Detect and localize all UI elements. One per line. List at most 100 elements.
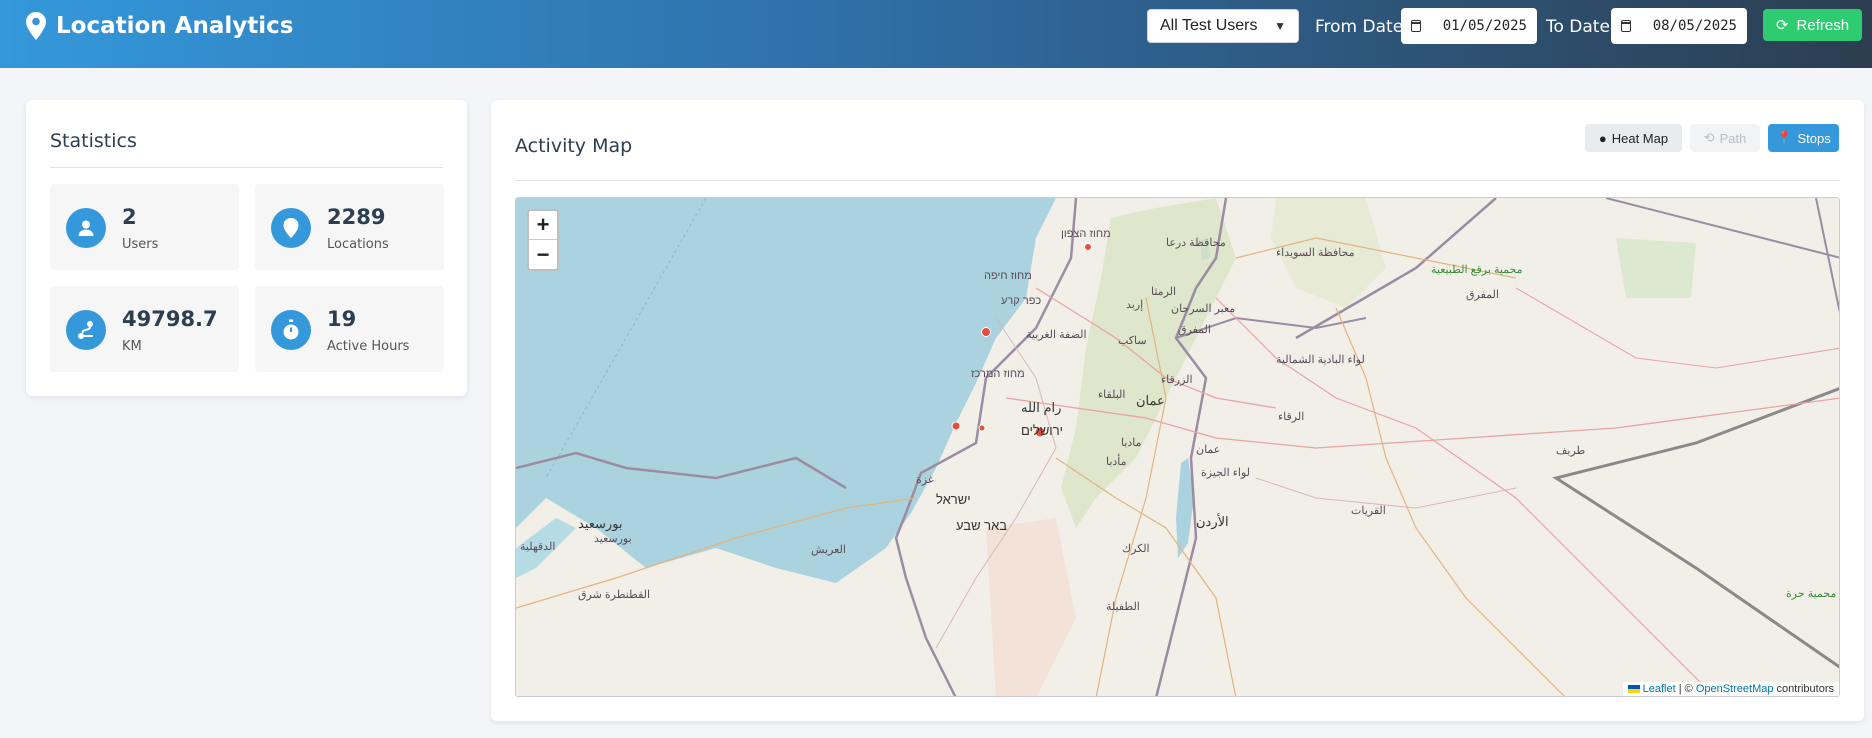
stat-users: 2 Users [50,184,239,270]
stat-label: Locations [327,237,389,252]
stopwatch-icon [271,310,311,350]
place-label: محافظة درعا [1166,237,1226,249]
place-label: القريات [1351,505,1386,517]
place-label: מחוז חיפה [984,270,1032,282]
refresh-button[interactable]: ⟳ Refresh [1763,9,1862,41]
place-label: الرقاء [1278,411,1305,423]
place-label: بورسعيد [594,533,632,545]
map-attribution: Leaflet | © OpenStreetMap contributors [1622,682,1839,696]
pin-icon: 📍 [1776,130,1793,145]
chevron-down-icon: ▼ [1274,19,1286,33]
from-date-label: From Date: [1315,17,1409,37]
calendar-icon[interactable] [1411,20,1421,32]
place-label: الزرقاء [1161,374,1193,386]
fire-icon: ● [1598,130,1607,146]
stop-marker[interactable] [981,327,991,337]
calendar-icon[interactable] [1621,20,1631,32]
place-label: محمية حرة [1786,588,1837,600]
openstreetmap-link[interactable]: OpenStreetMap [1696,683,1774,695]
place-label: العريش [811,544,846,556]
stat-distance: 49798.7 KM [50,286,239,372]
stat-value: 2 [122,205,137,229]
user-filter-value: All Test Users [1160,17,1258,34]
toggle-label: Heat Map [1611,130,1669,146]
map-pin-icon [26,12,46,40]
place-label: عمان [1196,444,1221,456]
stat-label: Active Hours [327,339,410,354]
place-label: ישראל [936,492,971,507]
stop-marker[interactable] [1084,243,1092,251]
user-filter-select[interactable]: All Test Users ▼ [1147,9,1299,43]
stat-active-hours: 19 Active Hours [255,286,444,372]
route-icon [66,310,106,350]
place-label: الضفة الغربية [1026,329,1087,341]
refresh-label: Refresh [1796,16,1850,34]
attribution-separator: | © [1675,683,1696,695]
to-date-label: To Date: [1546,17,1616,37]
refresh-icon: ⟳ [1775,17,1789,34]
user-icon [66,208,106,248]
activity-map-card: Activity Map ● Heat Map ⟲ Path 📍 Stops מ… [491,100,1864,721]
place-label: طريف [1556,445,1586,457]
divider [515,180,1840,181]
place-label: محمية برقع الطبيعية [1431,264,1523,276]
brand: Location Analytics [24,10,293,42]
divider [50,167,443,168]
from-date-input[interactable]: 01/05/2025 [1401,8,1537,44]
top-header: Location Analytics All Test Users ▼ From… [0,0,1872,68]
app-title: Location Analytics [56,13,294,39]
place-label: الطفيلة [1106,601,1140,613]
place-label: الرمثا [1151,286,1177,298]
place-label: المفرق [1178,324,1211,336]
route-icon: ⟲ [1703,130,1715,145]
place-label: מחוז הצפון [1061,228,1111,240]
zoom-control: + − [527,209,559,271]
statistics-card: Statistics 2 Users 2289 Locations 49798.… [26,100,467,396]
heat-map-toggle[interactable]: ● Heat Map [1585,124,1682,152]
map-marker-icon [271,208,311,248]
stat-label: KM [122,339,142,354]
ukraine-flag-icon [1627,685,1640,694]
path-toggle[interactable]: ⟲ Path [1690,124,1760,152]
place-label: מחוז המרכז [971,368,1025,380]
stat-label: Users [122,237,159,252]
place-label: مادبا [1121,437,1142,449]
stops-toggle[interactable]: 📍 Stops [1768,124,1839,152]
place-label: ירושלים [1021,423,1064,438]
activity-map-title: Activity Map [515,135,633,157]
place-label: لواء الجيزة [1201,467,1250,479]
toggle-label: Path [1719,130,1747,146]
place-label: بورسعيد [578,516,623,531]
zoom-in-button[interactable]: + [529,211,557,240]
stat-value: 2289 [327,205,386,229]
stat-value: 19 [327,307,357,331]
place-label: عمان [1136,393,1165,408]
to-date-input[interactable]: 08/05/2025 [1611,8,1747,44]
place-label: الكرك [1122,543,1150,555]
map-tiles[interactable] [516,198,1840,697]
place-label: مأدبا [1106,456,1127,468]
stat-locations: 2289 Locations [255,184,444,270]
place-label: إربد [1126,299,1144,311]
map-canvas[interactable]: מחוז הצפון محافظة درعا محافظة السويداء م… [515,197,1840,697]
stop-marker[interactable] [978,424,986,432]
place-label: כפר קרע [1001,295,1042,307]
toggle-label: Stops [1797,130,1831,146]
place-label: محافظة السويداء [1276,247,1355,259]
leaflet-link[interactable]: Leaflet [1643,683,1676,695]
place-label: رام الله [1021,400,1062,415]
attribution-suffix: contributors [1773,683,1834,695]
place-label: الدقهلية [520,541,556,553]
place-label: لواء البادية الشمالية [1276,354,1365,366]
from-date-value: 01/05/2025 [1442,18,1527,34]
place-label: באר שבע [956,518,1008,533]
place-label: القطنطرة شرق [578,589,651,601]
zoom-out-button[interactable]: − [529,240,557,269]
stat-value: 49798.7 [122,307,218,331]
statistics-title: Statistics [50,130,137,152]
place-label: المفرق [1466,289,1499,301]
place-label: معبر السرحان [1171,303,1236,315]
to-date-value: 08/05/2025 [1652,18,1737,34]
stop-marker[interactable] [951,421,961,431]
place-label: ساكب [1118,335,1147,347]
